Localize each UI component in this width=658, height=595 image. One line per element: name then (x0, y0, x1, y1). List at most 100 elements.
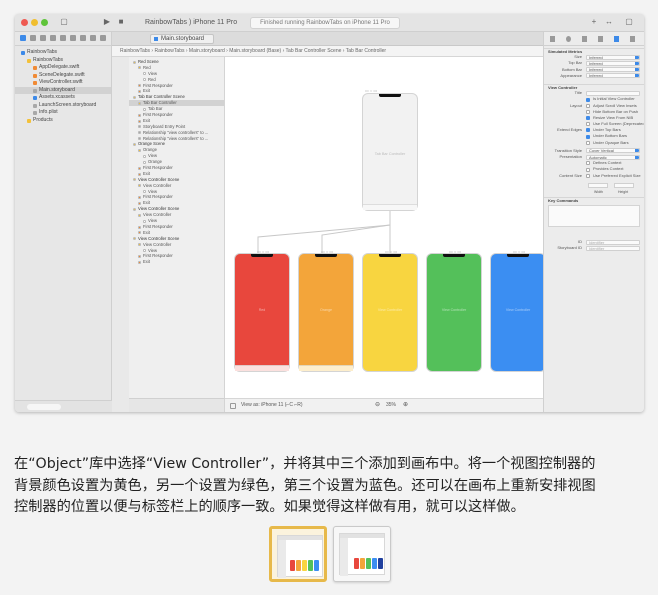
metric-popup[interactable]: Inferred (586, 73, 640, 79)
device-notch (443, 254, 465, 257)
object-icon (138, 137, 141, 141)
width-field[interactable] (588, 182, 608, 188)
file-item-rainbowtabs[interactable]: RainbowTabs (15, 49, 111, 57)
object-icon (138, 196, 141, 200)
device-notch (251, 254, 273, 257)
key-commands-list[interactable] (548, 205, 640, 228)
view-controller-scene-3[interactable]: View Controller (363, 254, 417, 371)
view-controller-scene-4[interactable]: View Controller (427, 254, 481, 371)
option-checkbox[interactable] (586, 116, 590, 121)
toolbar: ▢ ▶ ■ RainbowTabs ) iPhone 11 Pro Finish… (15, 14, 644, 32)
scene-icon (133, 178, 136, 182)
outline-item[interactable]: Exit (129, 259, 224, 265)
storyboard-canvas[interactable]: ▭ ○ ▭ Tab Bar Controller ▭ ○ ▭ Red ▭ ○ ▭ Or… (225, 57, 543, 398)
step-thumbnail-1[interactable] (269, 526, 327, 582)
option-checkbox[interactable] (586, 97, 590, 102)
height-field[interactable] (614, 182, 634, 188)
editor-options-icon[interactable]: ↔ (605, 18, 613, 26)
file-item-rainbowtabs[interactable]: RainbowTabs (15, 57, 111, 65)
file-item-main-storyboard[interactable]: Main.storyboard (15, 86, 111, 94)
scene-title: View Controller (377, 308, 403, 312)
find-icon[interactable] (50, 35, 56, 41)
test-icon[interactable] (70, 35, 76, 41)
issue-icon[interactable] (60, 35, 66, 41)
report-icon[interactable] (100, 35, 106, 41)
file-inspector-icon[interactable] (550, 36, 555, 42)
file-item-products[interactable]: Products (15, 117, 111, 125)
context-checkbox[interactable] (586, 161, 590, 166)
source-control-icon[interactable] (30, 35, 36, 41)
close-window-button[interactable] (21, 19, 28, 26)
view-controller-scene-2[interactable]: Orange (299, 254, 353, 371)
view-controller-scene-5[interactable]: View Controller (491, 254, 543, 371)
object-icon (143, 160, 146, 164)
jump-bar[interactable]: RainbowTabs › RainbowTabs › Main.storybo… (112, 46, 543, 57)
view-as-device[interactable]: View as: iPhone 11 (⌐C ⌐R) (241, 399, 303, 412)
connections-inspector-icon[interactable] (630, 36, 635, 42)
relationship-segues (257, 209, 391, 253)
file-item-appdelegate-swift[interactable]: AppDelegate.swift (15, 64, 111, 72)
option-checkbox[interactable] (586, 122, 590, 127)
xcode-screenshot: ▢ ▶ ■ RainbowTabs ) iPhone 11 Pro Finish… (15, 14, 644, 412)
file-item-scenedelegate-swift[interactable]: SceneDelegate.swift (15, 72, 111, 80)
stop-icon[interactable]: ■ (117, 18, 125, 26)
sidebar-toggle-icon[interactable]: ▢ (60, 18, 68, 26)
canvas-bottom-bar: View as: iPhone 11 (⌐C ⌐R) ⊖ 35% ⊕ (225, 398, 543, 412)
document-outline-toggle-icon[interactable] (230, 403, 236, 409)
folder-icon (27, 118, 31, 123)
option-checkbox[interactable] (586, 134, 590, 139)
context-checkbox[interactable] (586, 167, 590, 172)
run-icon[interactable]: ▶ (103, 18, 111, 26)
symbol-icon[interactable] (40, 35, 46, 41)
storyboard-id-field[interactable]: Identifier (586, 245, 640, 251)
zoom-in-icon[interactable]: ⊕ (403, 399, 408, 412)
width-caption: Width (594, 189, 603, 194)
folder-icon[interactable] (20, 35, 26, 41)
inspector-toggle-icon[interactable]: ▢ (625, 18, 633, 26)
history-inspector-icon[interactable] (566, 36, 571, 42)
page: ▢ ▶ ■ RainbowTabs ) iPhone 11 Pro Finish… (0, 0, 658, 595)
breakpoint-icon[interactable] (90, 35, 96, 41)
navigator-filter-bar (15, 400, 112, 412)
library-icon[interactable]: + (590, 18, 598, 26)
tab-bar-item (299, 365, 353, 371)
view-controller-scene-1[interactable]: Red (235, 254, 289, 371)
quick-help-icon[interactable] (582, 36, 587, 42)
navigator-filter-field[interactable] (27, 404, 61, 410)
option-checkbox[interactable] (586, 103, 590, 108)
attributes-inspector-icon[interactable] (614, 36, 619, 42)
object-icon (138, 260, 141, 264)
id-field[interactable]: Identifier (586, 239, 640, 245)
option-checkbox[interactable] (586, 109, 590, 114)
storyboard-id-label: Storyboard ID (557, 245, 582, 251)
content-size-checkbox[interactable] (586, 173, 590, 178)
tab-main-storyboard[interactable]: Main.storyboard (150, 34, 214, 44)
presentation-popup[interactable]: Automatic (586, 154, 640, 160)
tab-bar-controller-scene[interactable]: Tab Bar Controller (363, 94, 417, 210)
identity-inspector-icon[interactable] (598, 36, 603, 42)
presentation-popup[interactable]: Cover Vertical (586, 148, 640, 154)
minimize-window-button[interactable] (31, 19, 38, 26)
file-item-info-plist[interactable]: Info.plist (15, 109, 111, 117)
option-checkbox[interactable] (586, 128, 590, 133)
file-item-label: Info.plist (39, 109, 58, 115)
zoom-level[interactable]: 35% (386, 399, 396, 412)
option-checkbox[interactable] (586, 140, 590, 145)
file-item-launchscreen-storyboard[interactable]: LaunchScreen.storyboard (15, 102, 111, 110)
file-icon (21, 51, 25, 55)
instruction-caption: 在“Object”库中选择“View Controller”，并将其中三个添加到… (14, 454, 646, 519)
file-item-viewcontroller-swift[interactable]: ViewController.swift (15, 79, 111, 87)
zoom-out-icon[interactable]: ⊖ (375, 399, 380, 412)
title-field[interactable] (586, 90, 640, 96)
device-notch (379, 94, 401, 97)
step-thumbnail-2[interactable] (333, 526, 391, 582)
file-item-label: Products (33, 116, 53, 123)
zoom-window-button[interactable] (41, 19, 48, 26)
metric-popup[interactable]: Inferred (586, 67, 640, 73)
file-item-assets-xcassets[interactable]: Assets.xcassets (15, 94, 111, 102)
metric-popup[interactable]: Inferred (586, 60, 640, 66)
debug-icon[interactable] (80, 35, 86, 41)
scheme-selector[interactable]: RainbowTabs ) iPhone 11 Pro (145, 17, 237, 29)
metric-popup[interactable]: Inferred (586, 54, 640, 60)
outline-filter-bar (129, 398, 225, 412)
